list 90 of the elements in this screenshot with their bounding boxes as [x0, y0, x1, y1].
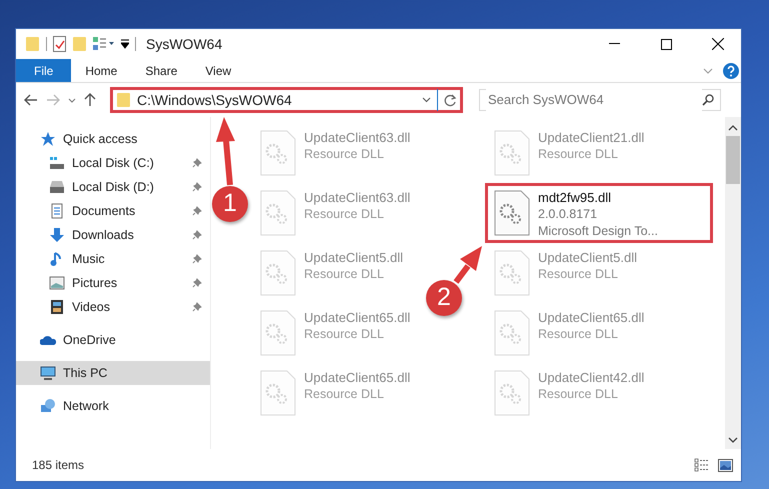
download-arrow-icon — [49, 227, 65, 243]
file-name: UpdateClient65.dll — [538, 310, 644, 326]
search-icon — [702, 94, 714, 106]
file-name: UpdateClient65.dll — [304, 370, 410, 386]
dll-file-icon — [260, 130, 296, 176]
dll-file-icon — [494, 130, 530, 176]
details-view-icon[interactable] — [694, 458, 710, 472]
file-detail: Resource DLL — [304, 266, 385, 283]
dll-file-icon — [494, 310, 530, 356]
file-name: UpdateClient63.dll — [304, 130, 410, 146]
sidebar-item[interactable]: Videos — [16, 295, 210, 319]
dll-file-icon — [260, 250, 296, 296]
dll-file-icon — [494, 250, 530, 296]
file-name: mdt2fw95.dll — [538, 190, 612, 206]
pin-icon[interactable] — [192, 230, 202, 240]
file-name: UpdateClient63.dll — [304, 190, 410, 206]
help-icon[interactable] — [723, 62, 739, 78]
large-icons-view-icon[interactable] — [718, 458, 733, 472]
document-icon — [49, 203, 65, 219]
sidebar-item[interactable]: OneDrive — [16, 328, 210, 352]
annotation-arrow — [454, 246, 482, 284]
refresh-icon[interactable] — [444, 94, 457, 106]
file-name: UpdateClient5.dll — [538, 250, 638, 266]
dll-file-icon — [260, 190, 296, 236]
close-icon — [712, 38, 724, 50]
file-menu-tab[interactable]: File — [16, 59, 72, 82]
pin-icon[interactable] — [192, 158, 202, 168]
file-name: UpdateClient42.dll — [538, 370, 644, 386]
drive-icon — [49, 179, 65, 195]
file-tile[interactable]: mdt2fw95.dll 2.0.0.8171 Microsoft Design To... — [485, 183, 713, 243]
drive-icon — [49, 155, 65, 171]
ribbon-tab[interactable]: View — [191, 59, 246, 82]
address-bar[interactable]: C:\Windows\SysWOW64 — [110, 87, 463, 113]
up-arrow-icon[interactable] — [84, 93, 96, 107]
sidebar-item[interactable]: Documents — [16, 199, 210, 223]
sidebar-item[interactable]: Network — [16, 394, 210, 418]
ribbon-tab[interactable]: Share — [131, 59, 192, 82]
sidebar-item[interactable]: Downloads — [16, 223, 210, 247]
dll-file-icon — [260, 310, 296, 356]
pin-icon[interactable] — [192, 302, 202, 312]
pin-icon[interactable] — [192, 254, 202, 264]
scroll-down-icon[interactable] — [728, 437, 738, 443]
pin-icon[interactable] — [192, 206, 202, 216]
sidebar-item[interactable]: Music — [16, 247, 210, 271]
back-arrow-icon[interactable] — [24, 94, 38, 106]
scrollbar[interactable] — [725, 117, 741, 449]
minimize-icon — [608, 43, 620, 45]
dll-file-icon — [260, 370, 296, 416]
annotation-arrow — [216, 117, 235, 186]
sidebar-item[interactable]: Quick access — [16, 127, 210, 151]
properties-icon[interactable] — [53, 36, 67, 52]
file-detail: Resource DLL — [304, 326, 385, 343]
file-name: UpdateClient5.dll — [304, 250, 404, 266]
customize-toolbar-icon[interactable] — [121, 39, 129, 49]
recent-locations-icon[interactable] — [68, 98, 76, 102]
star-icon — [40, 131, 56, 147]
file-detail: Resource DLL — [304, 386, 385, 403]
view-options-icon[interactable] — [93, 37, 115, 51]
scrollbar-thumb[interactable] — [726, 136, 740, 184]
sidebar-item[interactable]: Local Disk (D:) — [16, 175, 210, 199]
sidebar-item[interactable]: This PC — [16, 361, 210, 385]
window-title: SysWOW64 — [146, 34, 222, 54]
folder-icon — [117, 92, 131, 108]
pin-icon[interactable] — [192, 182, 202, 192]
film-icon — [49, 299, 65, 315]
maximize-icon — [660, 38, 672, 50]
scroll-up-icon[interactable] — [728, 125, 738, 131]
pin-icon[interactable] — [192, 278, 202, 288]
expand-ribbon-icon[interactable] — [703, 68, 713, 74]
sidebar-item[interactable]: Local Disk (C:) — [16, 151, 210, 175]
file-name: UpdateClient21.dll — [538, 130, 644, 146]
file-detail: Resource DLL — [304, 206, 385, 223]
file-detail: Resource DLL — [538, 266, 619, 283]
file-detail: Resource DLL — [538, 146, 619, 163]
file-detail: Resource DLL — [538, 326, 619, 343]
network-icon — [40, 398, 56, 414]
file-name: UpdateClient65.dll — [304, 310, 410, 326]
search-field[interactable]: Search SysWOW64 — [479, 89, 721, 111]
file-detail: 2.0.0.8171 — [538, 206, 598, 223]
file-detail: Microsoft Design To... — [538, 223, 658, 240]
dll-file-icon — [494, 370, 530, 416]
dropdown-icon[interactable] — [422, 97, 431, 103]
sidebar-item[interactable]: Pictures — [16, 271, 210, 295]
dll-file-icon — [494, 190, 530, 236]
computer-icon — [40, 365, 56, 381]
file-detail: Resource DLL — [538, 386, 619, 403]
file-detail: Resource DLL — [304, 146, 385, 163]
picture-icon — [49, 275, 65, 291]
item-count: 185 items — [32, 457, 86, 474]
ribbon-tab[interactable]: Home — [71, 59, 132, 82]
